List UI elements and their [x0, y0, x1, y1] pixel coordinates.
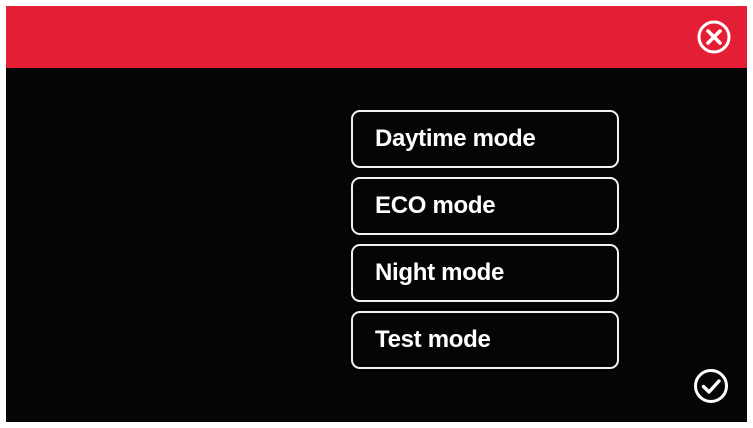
- daytime-mode-button[interactable]: Daytime mode: [351, 110, 619, 168]
- mode-list: Daytime mode ECO mode Night mode Test mo…: [351, 110, 619, 378]
- confirm-button[interactable]: [693, 368, 729, 404]
- checkmark-icon: [694, 369, 728, 403]
- close-icon: [697, 20, 731, 54]
- header-bar: [6, 6, 747, 68]
- mode-selection-screen: Daytime mode ECO mode Night mode Test mo…: [6, 6, 747, 422]
- eco-mode-button[interactable]: ECO mode: [351, 177, 619, 235]
- night-mode-button[interactable]: Night mode: [351, 244, 619, 302]
- close-button[interactable]: [697, 20, 731, 54]
- test-mode-button[interactable]: Test mode: [351, 311, 619, 369]
